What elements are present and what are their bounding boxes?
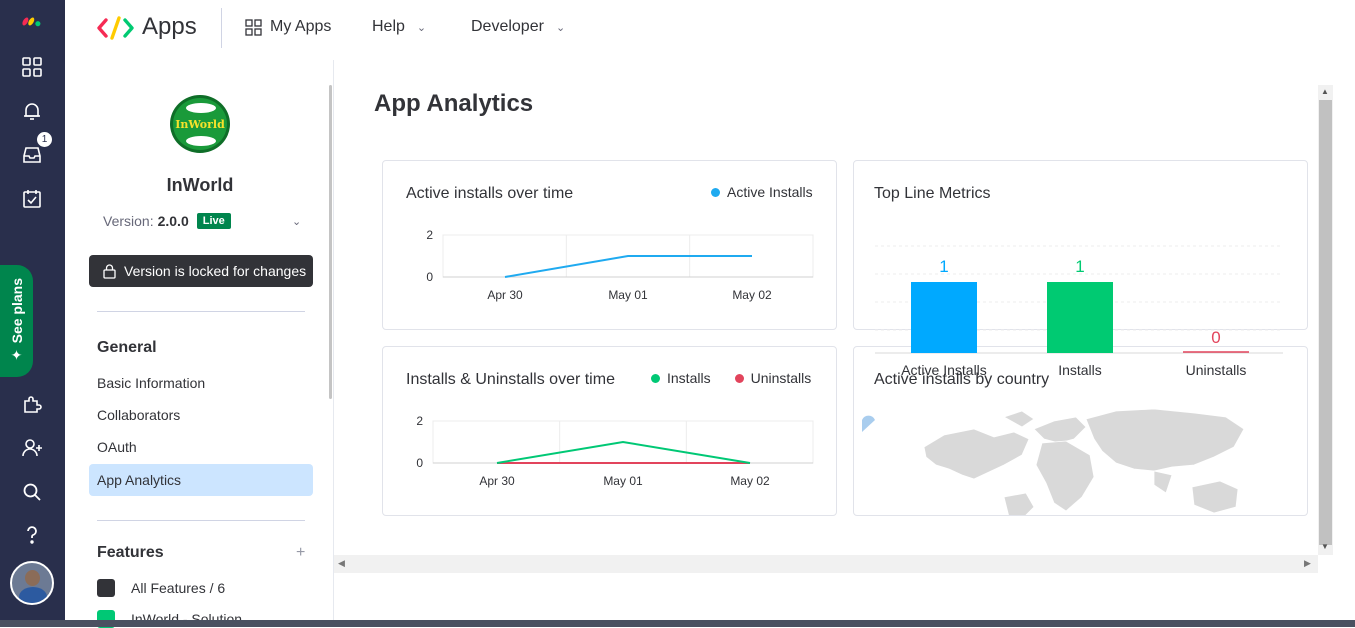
version-locked-banner: Version is locked for changes bbox=[89, 255, 313, 287]
grid-icon bbox=[97, 579, 115, 597]
app-name: InWorld bbox=[166, 175, 234, 195]
data-label: 1 bbox=[1075, 257, 1084, 276]
x-tick-label: Installs bbox=[1058, 362, 1102, 378]
see-plans-button[interactable]: See plans ✦ bbox=[0, 265, 33, 377]
sparkle-icon: ✦ bbox=[10, 347, 23, 364]
locked-message: Version is locked for changes bbox=[124, 263, 307, 279]
nav-help[interactable]: Help ⌄ bbox=[372, 18, 426, 36]
x-tick-label: Apr 30 bbox=[479, 474, 515, 488]
card-title: Top Line Metrics bbox=[874, 185, 991, 202]
x-tick-label: Active Installs bbox=[901, 362, 987, 378]
installs-uninstalls-card: Installs & Uninstalls over time Installs… bbox=[382, 346, 837, 516]
top-bar: Apps My Apps Help ⌄ Developer ⌄ bbox=[65, 0, 1355, 60]
chevron-down-icon: ⌄ bbox=[555, 21, 566, 34]
sidebar-scrollbar[interactable] bbox=[329, 85, 332, 399]
x-tick-label: May 01 bbox=[608, 288, 648, 302]
version-selector[interactable]: Version: 2.0.0 Live bbox=[103, 213, 231, 229]
code-brackets-icon bbox=[96, 15, 136, 47]
menu-item-app-analytics[interactable]: App Analytics bbox=[89, 464, 313, 496]
series-line bbox=[504, 255, 752, 278]
nav-my-apps-label: My Apps bbox=[270, 18, 332, 35]
y-tick-label: 2 bbox=[416, 414, 423, 428]
app-sidebar: InWorld InWorld Version: 2.0.0 Live ⌄ Ve… bbox=[65, 60, 333, 628]
calendar-check-icon[interactable] bbox=[17, 184, 47, 214]
active-installs-chart: 2 0 Apr 30 May 01 May 02 bbox=[426, 228, 814, 302]
version-value: 2.0.0 bbox=[157, 213, 189, 229]
scroll-right-icon[interactable]: ▶ bbox=[1304, 558, 1311, 569]
status-badge: Live bbox=[196, 213, 231, 229]
help-icon[interactable] bbox=[17, 520, 47, 550]
left-rail: 1 See plans ✦ bbox=[0, 0, 65, 627]
nav-developer-label: Developer bbox=[471, 18, 544, 35]
installs-uninstalls-chart: 2 0 Apr 30 May 01 May 02 bbox=[416, 414, 814, 488]
data-label: 1 bbox=[939, 257, 948, 276]
data-label: 0 bbox=[1211, 328, 1220, 347]
active-installs-card: Active installs over time Active Install… bbox=[382, 160, 837, 330]
main-content: App Analytics Active installs over time … bbox=[334, 60, 1355, 627]
section-title-features: Features bbox=[97, 544, 164, 561]
grid-icon bbox=[245, 18, 262, 36]
all-features-label: All Features / 6 bbox=[131, 580, 226, 596]
x-tick-label: May 02 bbox=[730, 474, 770, 488]
scroll-down-icon[interactable]: ▼ bbox=[1321, 542, 1329, 551]
scroll-up-icon[interactable]: ▲ bbox=[1321, 87, 1329, 96]
bar bbox=[911, 282, 977, 353]
y-tick-label: 0 bbox=[426, 270, 433, 284]
page-title: App Analytics bbox=[374, 90, 534, 117]
x-tick-label: May 01 bbox=[603, 474, 643, 488]
nav-my-apps[interactable]: My Apps bbox=[245, 18, 331, 36]
chevron-down-icon[interactable]: ⌄ bbox=[292, 215, 301, 228]
apps-grid-icon[interactable] bbox=[17, 52, 47, 82]
nav-developer[interactable]: Developer ⌄ bbox=[471, 18, 565, 36]
avatar[interactable] bbox=[10, 561, 54, 605]
divider bbox=[221, 8, 222, 48]
menu-item-oauth[interactable]: OAuth bbox=[89, 431, 313, 463]
scrollbar-thumb[interactable] bbox=[1319, 100, 1332, 545]
x-tick-label: May 02 bbox=[732, 288, 772, 302]
app-logo-text: InWorld bbox=[175, 118, 225, 131]
see-plans-label: See plans bbox=[8, 277, 25, 344]
x-tick-label: Apr 30 bbox=[487, 288, 523, 302]
app-logo: InWorld bbox=[170, 95, 230, 153]
series-line bbox=[496, 440, 751, 464]
scroll-left-icon[interactable]: ◀ bbox=[338, 558, 345, 569]
section-title-general: General bbox=[97, 339, 157, 356]
menu-item-collaborators[interactable]: Collaborators bbox=[89, 399, 313, 431]
bell-icon[interactable] bbox=[17, 96, 47, 126]
y-tick-label: 0 bbox=[416, 456, 423, 470]
menu-item-basic-information[interactable]: Basic Information bbox=[89, 367, 313, 399]
divider bbox=[97, 520, 305, 521]
search-icon[interactable] bbox=[17, 477, 47, 507]
inbox-badge: 1 bbox=[36, 131, 53, 148]
lock-icon bbox=[103, 263, 116, 279]
top-line-metrics-chart: 1 Active Installs 1 Installs 0 Uninstalls bbox=[875, 245, 1283, 378]
horizontal-scrollbar[interactable]: ◀ ▶ bbox=[334, 555, 1318, 573]
add-user-icon[interactable] bbox=[17, 433, 47, 463]
nav-help-label: Help bbox=[372, 18, 405, 35]
bar bbox=[1047, 282, 1113, 353]
y-tick-label: 2 bbox=[426, 228, 433, 242]
chevron-down-icon: ⌄ bbox=[416, 21, 427, 34]
x-tick-label: Uninstalls bbox=[1186, 362, 1247, 378]
version-label: Version: bbox=[103, 213, 154, 229]
all-features-item[interactable]: All Features / 6 bbox=[97, 579, 225, 597]
taskbar-strip bbox=[0, 620, 1355, 627]
vertical-scrollbar[interactable]: ▲ ▼ bbox=[1318, 85, 1333, 555]
app-title: Apps bbox=[142, 13, 197, 40]
puzzle-icon[interactable] bbox=[17, 389, 47, 419]
add-feature-button[interactable]: + bbox=[296, 544, 305, 562]
divider bbox=[97, 311, 305, 312]
monday-logo-icon[interactable] bbox=[17, 5, 47, 35]
